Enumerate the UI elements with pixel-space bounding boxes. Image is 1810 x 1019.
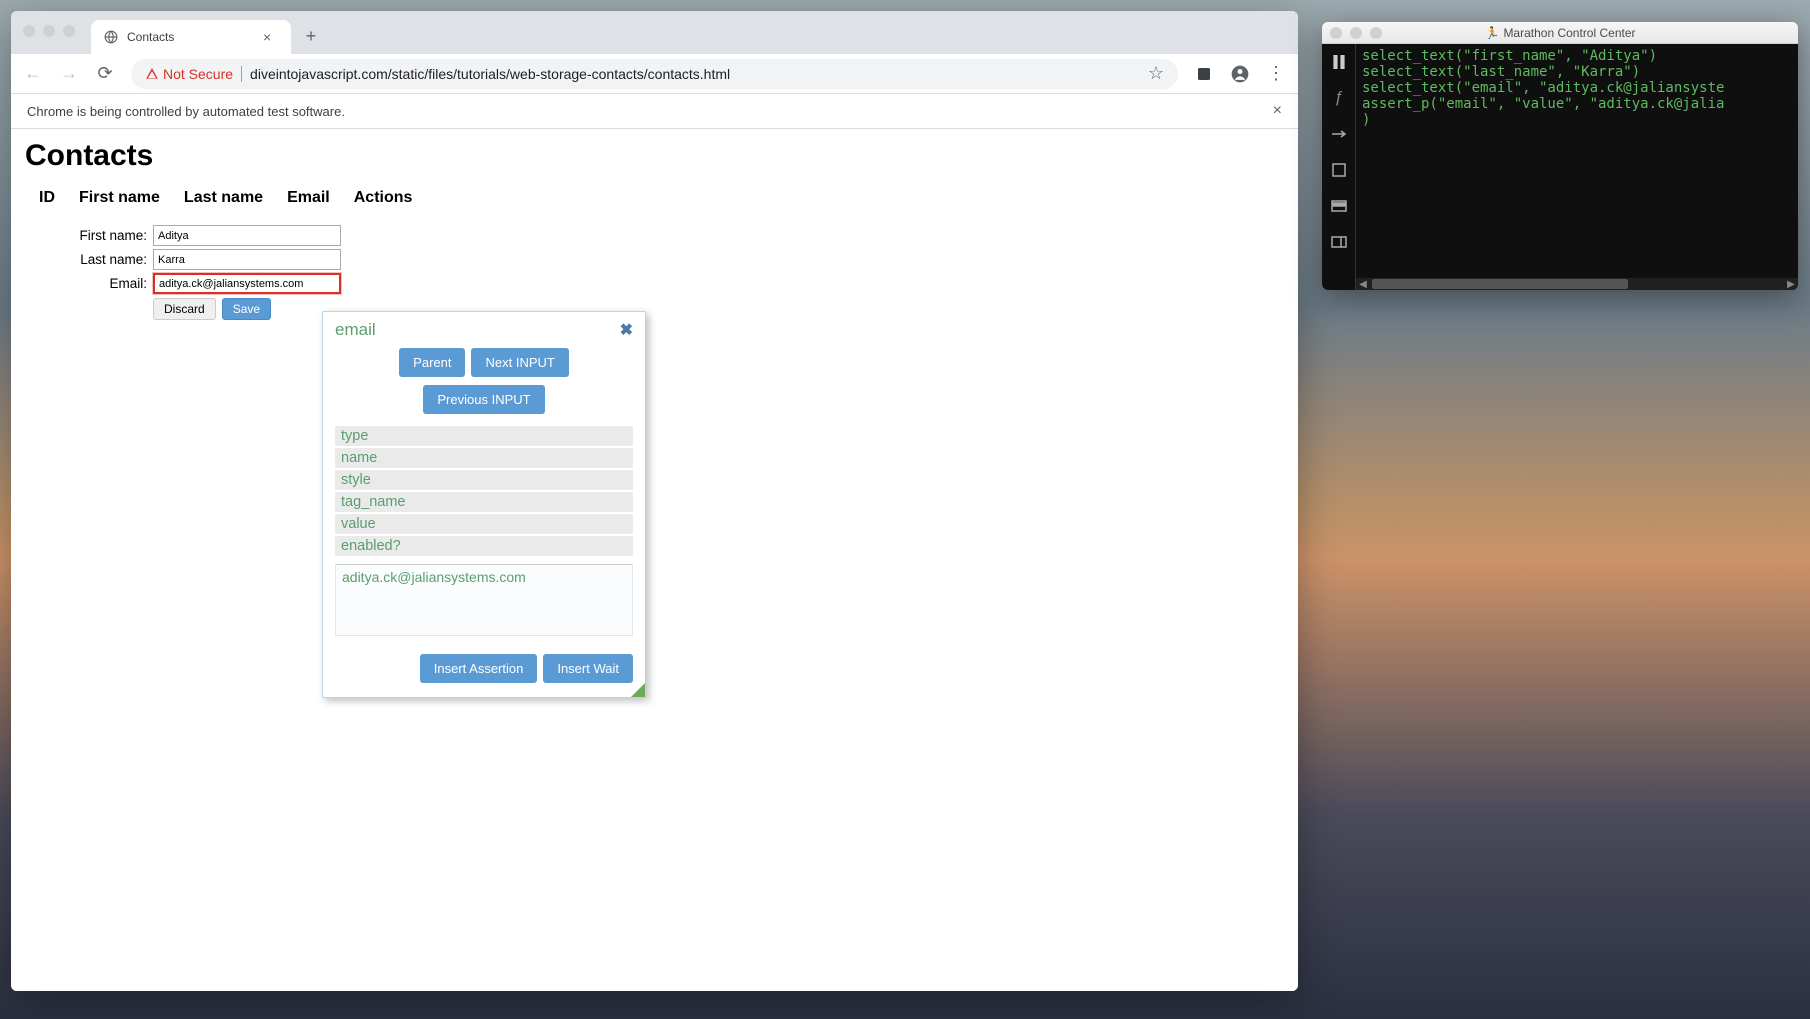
marathon-body: ƒ select_text("first_name", "Aditya") se… bbox=[1322, 44, 1798, 290]
marathon-sidebar: ƒ bbox=[1322, 44, 1356, 290]
infobar-text: Chrome is being controlled by automated … bbox=[27, 104, 345, 119]
browser-tab[interactable]: Contacts × bbox=[91, 20, 291, 54]
keyboard-icon[interactable] bbox=[1322, 188, 1355, 224]
insert-assertion-button[interactable]: Insert Assertion bbox=[420, 654, 538, 683]
minimize-window-button[interactable] bbox=[43, 25, 55, 37]
col-actions: Actions bbox=[354, 189, 413, 207]
code-line: select_text("first_name", "Aditya") bbox=[1362, 48, 1657, 64]
prop-tag-name[interactable]: tag_name bbox=[335, 492, 633, 512]
security-label: Not Secure bbox=[163, 66, 233, 82]
address-bar[interactable]: Not Secure diveintojavascript.com/static… bbox=[131, 59, 1178, 89]
contact-form: First name: Last name: Email: Discard Sa… bbox=[25, 225, 1284, 320]
code-line: ) bbox=[1362, 112, 1370, 128]
prop-name[interactable]: name bbox=[335, 448, 633, 468]
close-popup-icon[interactable]: ✖ bbox=[620, 320, 633, 340]
value-display: aditya.ck@jaliansystems.com bbox=[335, 564, 633, 636]
url-text: diveintojavascript.com/static/files/tuto… bbox=[250, 66, 730, 82]
email-input[interactable] bbox=[153, 273, 341, 294]
col-first-name: First name bbox=[79, 189, 160, 207]
bookmark-icon[interactable]: ☆ bbox=[1148, 63, 1164, 84]
email-row: Email: bbox=[25, 273, 1284, 294]
extension-icon[interactable] bbox=[1188, 58, 1220, 90]
property-list: type name style tag_name value enabled? bbox=[335, 426, 633, 556]
insert-wait-button[interactable]: Insert Wait bbox=[543, 654, 633, 683]
profile-icon[interactable] bbox=[1224, 58, 1256, 90]
code-line: select_text("email", "aditya.ck@jaliansy… bbox=[1362, 80, 1724, 96]
close-tab-icon[interactable]: × bbox=[263, 29, 279, 45]
prop-type[interactable]: type bbox=[335, 426, 633, 446]
col-id: ID bbox=[39, 189, 55, 207]
panel-icon[interactable] bbox=[1322, 224, 1355, 260]
last-name-row: Last name: bbox=[25, 249, 1284, 270]
table-header-row: ID First name Last name Email Actions bbox=[25, 183, 1284, 213]
square-icon[interactable] bbox=[1322, 152, 1355, 188]
prop-enabled[interactable]: enabled? bbox=[335, 536, 633, 556]
code-editor[interactable]: select_text("first_name", "Aditya") sele… bbox=[1356, 44, 1798, 290]
first-name-label: First name: bbox=[25, 228, 153, 243]
resize-handle[interactable] bbox=[631, 683, 645, 697]
assertion-popup: email ✖ Parent Next INPUT Previous INPUT… bbox=[322, 311, 646, 698]
marathon-title: 🏃 Marathon Control Center bbox=[1484, 26, 1635, 40]
save-button[interactable]: Save bbox=[222, 298, 271, 320]
scroll-left-icon[interactable]: ◀ bbox=[1356, 279, 1370, 290]
next-input-button[interactable]: Next INPUT bbox=[471, 348, 568, 377]
security-indicator[interactable]: Not Secure bbox=[145, 66, 233, 82]
page-content: Contacts ID First name Last name Email A… bbox=[11, 129, 1298, 991]
scroll-thumb[interactable] bbox=[1372, 279, 1628, 289]
marathon-traffic-lights bbox=[1330, 27, 1382, 39]
browser-toolbar: ← → ⟳ Not Secure diveintojavascript.com/… bbox=[11, 54, 1298, 94]
popup-actions: Insert Assertion Insert Wait bbox=[323, 644, 645, 697]
prop-style[interactable]: style bbox=[335, 470, 633, 490]
tab-strip: Contacts × + bbox=[11, 11, 1298, 54]
marathon-titlebar: 🏃 Marathon Control Center bbox=[1322, 22, 1798, 44]
maximize-window-button[interactable] bbox=[63, 25, 75, 37]
menu-icon[interactable]: ⋮ bbox=[1260, 58, 1292, 90]
discard-button[interactable]: Discard bbox=[153, 298, 216, 320]
col-last-name: Last name bbox=[184, 189, 263, 207]
last-name-label: Last name: bbox=[25, 252, 153, 267]
automation-infobar: Chrome is being controlled by automated … bbox=[11, 94, 1298, 129]
first-name-input[interactable] bbox=[153, 225, 341, 246]
marathon-maximize-button[interactable] bbox=[1370, 27, 1382, 39]
runner-icon: 🏃 bbox=[1484, 26, 1499, 40]
globe-icon bbox=[103, 29, 119, 45]
separator bbox=[241, 66, 242, 82]
first-name-row: First name: bbox=[25, 225, 1284, 246]
popup-header: email ✖ bbox=[323, 312, 645, 348]
popup-nav-2: Previous INPUT bbox=[323, 385, 645, 422]
code-line: assert_p("email", "value", "aditya.ck@ja… bbox=[1362, 96, 1724, 112]
close-window-button[interactable] bbox=[23, 25, 35, 37]
back-button[interactable]: ← bbox=[17, 58, 49, 90]
horizontal-scrollbar[interactable]: ◀ ▶ bbox=[1356, 278, 1798, 290]
tab-title: Contacts bbox=[127, 30, 174, 44]
function-icon[interactable]: ƒ bbox=[1322, 80, 1355, 116]
reload-button[interactable]: ⟳ bbox=[89, 58, 121, 90]
prop-value[interactable]: value bbox=[335, 514, 633, 534]
page-title: Contacts bbox=[25, 139, 1284, 173]
col-email: Email bbox=[287, 189, 330, 207]
last-name-input[interactable] bbox=[153, 249, 341, 270]
marathon-minimize-button[interactable] bbox=[1350, 27, 1362, 39]
forward-button[interactable]: → bbox=[53, 58, 85, 90]
scroll-right-icon[interactable]: ▶ bbox=[1784, 279, 1798, 290]
previous-input-button[interactable]: Previous INPUT bbox=[423, 385, 544, 414]
popup-title: email bbox=[335, 320, 376, 340]
popup-nav: Parent Next INPUT bbox=[323, 348, 645, 385]
close-infobar-icon[interactable]: × bbox=[1273, 102, 1282, 120]
email-label: Email: bbox=[25, 276, 153, 291]
arrow-icon[interactable] bbox=[1322, 116, 1355, 152]
parent-button[interactable]: Parent bbox=[399, 348, 465, 377]
marathon-close-button[interactable] bbox=[1330, 27, 1342, 39]
new-tab-button[interactable]: + bbox=[297, 22, 325, 50]
code-line: select_text("last_name", "Karra") bbox=[1362, 64, 1640, 80]
browser-window: Contacts × + ← → ⟳ Not Secure diveintoja… bbox=[11, 11, 1298, 991]
marathon-window: 🏃 Marathon Control Center ƒ select_text(… bbox=[1322, 22, 1798, 290]
pause-icon[interactable] bbox=[1322, 44, 1355, 80]
traffic-lights bbox=[23, 25, 75, 37]
